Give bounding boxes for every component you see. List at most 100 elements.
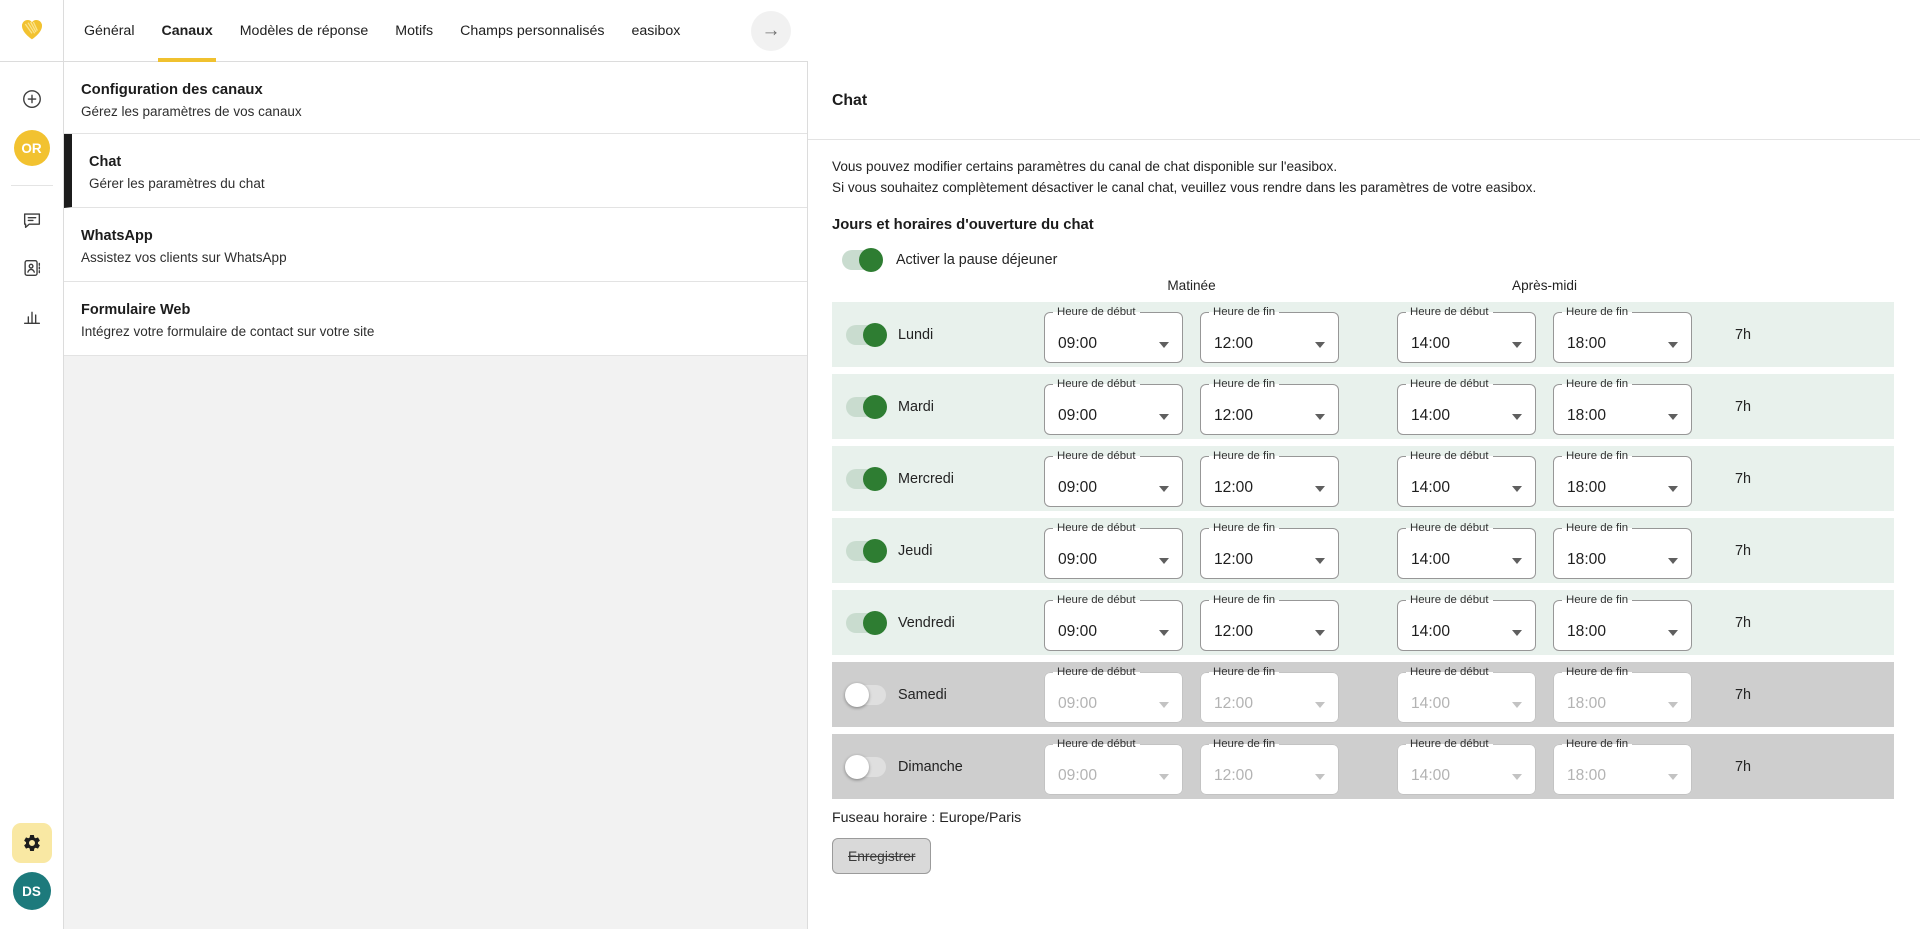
- daily-hours-total: 7h: [1735, 759, 1751, 775]
- morning-end-select[interactable]: Heure de fin12:00: [1200, 738, 1339, 795]
- chevron-down-icon: [1512, 342, 1522, 348]
- bar-chart-icon: [21, 305, 43, 327]
- select-label: Heure de fin: [1562, 522, 1632, 535]
- day-label: Mardi: [898, 399, 1044, 415]
- afternoon-end-select[interactable]: Heure de fin18:00: [1553, 306, 1692, 363]
- tab-general[interactable]: Général: [84, 0, 134, 61]
- opening-hours-section-title: Jours et horaires d'ouverture du chat: [832, 217, 1894, 233]
- morning-start-select[interactable]: Heure de début09:00: [1044, 450, 1183, 507]
- daily-hours-total: 7h: [1735, 687, 1751, 703]
- save-button[interactable]: Enregistrer: [832, 838, 931, 874]
- channel-item-web-form[interactable]: Formulaire Web Intégrez votre formulaire…: [64, 282, 807, 356]
- morning-end-select[interactable]: Heure de fin12:00: [1200, 522, 1339, 579]
- day-toggle[interactable]: [846, 325, 886, 345]
- chevron-down-icon: [1512, 630, 1522, 636]
- channel-title: Formulaire Web: [81, 302, 790, 318]
- morning-start-select[interactable]: Heure de début09:00: [1044, 378, 1183, 435]
- chevron-down-icon: [1668, 486, 1678, 492]
- arrow-right-icon: →: [762, 20, 781, 42]
- morning-start-select[interactable]: Heure de début09:00: [1044, 594, 1183, 651]
- day-label: Mercredi: [898, 471, 1044, 487]
- channel-item-chat[interactable]: Chat Gérer les paramètres du chat: [64, 134, 807, 208]
- afternoon-end-select[interactable]: Heure de fin18:00: [1553, 522, 1692, 579]
- add-button[interactable]: [20, 87, 44, 111]
- app-sidebar: OR DS: [0, 0, 64, 929]
- day-toggle[interactable]: [846, 397, 886, 417]
- channel-subtitle: Assistez vos clients sur WhatsApp: [81, 250, 790, 265]
- afternoon-start-select[interactable]: Heure de début14:00: [1397, 594, 1536, 651]
- settings-nav-button[interactable]: [12, 823, 52, 863]
- forward-arrow-button[interactable]: →: [751, 11, 791, 51]
- select-label: Heure de fin: [1209, 378, 1279, 391]
- afternoon-end-select[interactable]: Heure de fin18:00: [1553, 378, 1692, 435]
- morning-start-select[interactable]: Heure de début09:00: [1044, 522, 1183, 579]
- panel-header: Configuration des canaux Gérez les param…: [64, 62, 807, 134]
- lunch-break-toggle[interactable]: [842, 250, 882, 270]
- chevron-down-icon: [1159, 486, 1169, 492]
- morning-end-select[interactable]: Heure de fin12:00: [1200, 378, 1339, 435]
- chevron-down-icon: [1315, 558, 1325, 564]
- chevron-down-icon: [1315, 630, 1325, 636]
- afternoon-start-select[interactable]: Heure de début14:00: [1397, 450, 1536, 507]
- chevron-down-icon: [1159, 702, 1169, 708]
- chevron-down-icon: [1512, 774, 1522, 780]
- select-label: Heure de fin: [1209, 666, 1279, 679]
- chevron-down-icon: [1512, 414, 1522, 420]
- channels-panel: Configuration des canaux Gérez les param…: [64, 62, 808, 929]
- chevron-down-icon: [1668, 630, 1678, 636]
- afternoon-end-select[interactable]: Heure de fin18:00: [1553, 738, 1692, 795]
- gear-icon: [22, 833, 42, 853]
- conversations-nav-button[interactable]: [20, 208, 44, 232]
- workspace-avatar[interactable]: OR: [14, 130, 50, 166]
- afternoon-start-select[interactable]: Heure de début14:00: [1397, 666, 1536, 723]
- tab-motifs[interactable]: Motifs: [395, 0, 433, 61]
- day-label: Dimanche: [898, 759, 1044, 775]
- day-toggle[interactable]: [846, 541, 886, 561]
- day-label: Lundi: [898, 327, 1044, 343]
- morning-start-select[interactable]: Heure de début09:00: [1044, 666, 1183, 723]
- afternoon-end-select[interactable]: Heure de fin18:00: [1553, 450, 1692, 507]
- day-toggle[interactable]: [846, 469, 886, 489]
- panel-subtitle: Gérez les paramètres de vos canaux: [81, 104, 790, 119]
- morning-end-select[interactable]: Heure de fin12:00: [1200, 450, 1339, 507]
- tab-canaux[interactable]: Canaux: [161, 0, 212, 61]
- day-toggle[interactable]: [846, 685, 886, 705]
- afternoon-start-select[interactable]: Heure de début14:00: [1397, 378, 1536, 435]
- chevron-down-icon: [1668, 774, 1678, 780]
- tab-modeles-de-reponse[interactable]: Modèles de réponse: [240, 0, 369, 61]
- select-label: Heure de fin: [1209, 738, 1279, 751]
- afternoon-start-select[interactable]: Heure de début14:00: [1397, 738, 1536, 795]
- tab-easibox[interactable]: easibox: [631, 0, 680, 61]
- afternoon-end-select[interactable]: Heure de fin18:00: [1553, 666, 1692, 723]
- select-label: Heure de début: [1406, 666, 1493, 679]
- daily-hours-total: 7h: [1735, 471, 1751, 487]
- user-avatar[interactable]: DS: [13, 872, 51, 910]
- morning-end-select[interactable]: Heure de fin12:00: [1200, 594, 1339, 651]
- select-label: Heure de fin: [1562, 738, 1632, 751]
- contacts-nav-button[interactable]: [20, 256, 44, 280]
- morning-end-select[interactable]: Heure de fin12:00: [1200, 666, 1339, 723]
- select-label: Heure de fin: [1209, 522, 1279, 535]
- top-navigation-bar: Général Canaux Modèles de réponse Motifs…: [0, 0, 808, 62]
- select-label: Heure de fin: [1562, 450, 1632, 463]
- chevron-down-icon: [1668, 702, 1678, 708]
- day-toggle[interactable]: [846, 757, 886, 777]
- chevron-down-icon: [1315, 774, 1325, 780]
- morning-start-select[interactable]: Heure de début09:00: [1044, 306, 1183, 363]
- channel-item-whatsapp[interactable]: WhatsApp Assistez vos clients sur WhatsA…: [64, 208, 807, 282]
- select-label: Heure de début: [1406, 450, 1493, 463]
- day-toggle[interactable]: [846, 613, 886, 633]
- tab-champs-personnalises[interactable]: Champs personnalisés: [460, 0, 604, 61]
- schedule-row-mercredi: Mercredi Heure de début09:00 Heure de fi…: [832, 446, 1894, 511]
- morning-end-select[interactable]: Heure de fin12:00: [1200, 306, 1339, 363]
- chevron-down-icon: [1159, 558, 1169, 564]
- afternoon-start-select[interactable]: Heure de début14:00: [1397, 522, 1536, 579]
- select-label: Heure de fin: [1209, 306, 1279, 319]
- select-label: Heure de début: [1406, 594, 1493, 607]
- afternoon-start-select[interactable]: Heure de début14:00: [1397, 306, 1536, 363]
- statistics-nav-button[interactable]: [20, 304, 44, 328]
- sidebar-divider: [11, 185, 53, 186]
- channel-subtitle: Intégrez votre formulaire de contact sur…: [81, 324, 790, 339]
- afternoon-end-select[interactable]: Heure de fin18:00: [1553, 594, 1692, 651]
- morning-start-select[interactable]: Heure de début09:00: [1044, 738, 1183, 795]
